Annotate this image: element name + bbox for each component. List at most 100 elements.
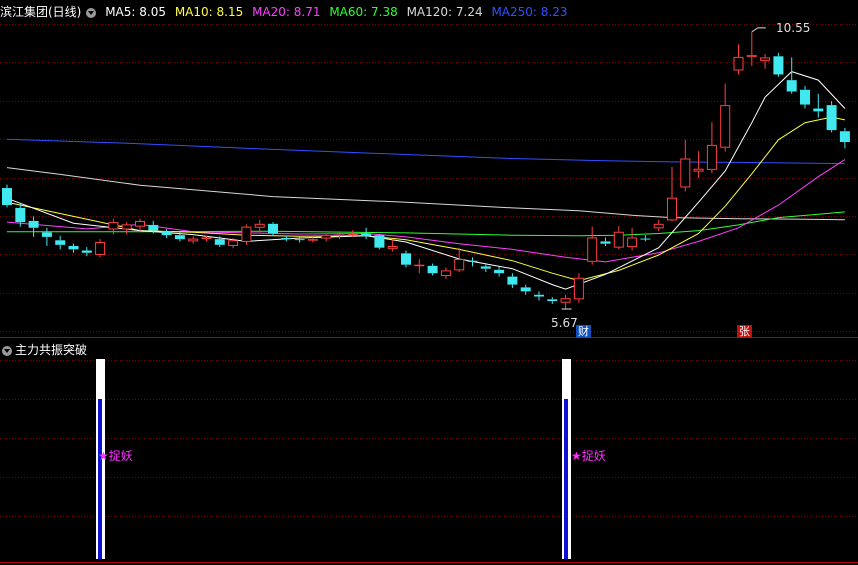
candle-body (467, 260, 478, 262)
candle-body (214, 239, 225, 245)
candle-body (573, 277, 584, 300)
candle-body (534, 294, 544, 297)
dropdown-icon[interactable] (86, 7, 97, 18)
candle-body (760, 57, 771, 61)
finance-badge[interactable]: 财 (576, 325, 591, 338)
low-price-label: 5.67 (551, 316, 578, 330)
candle (28, 216, 39, 237)
candle-body (440, 270, 451, 277)
ma20-line (6, 159, 846, 263)
candle-body (95, 241, 106, 256)
candle (760, 54, 771, 69)
candle-body (600, 241, 611, 244)
candle (121, 222, 132, 235)
candle (374, 234, 385, 250)
moving-average-lines (6, 71, 846, 290)
candle-body (640, 238, 651, 240)
candle (706, 122, 717, 174)
candle-body (693, 168, 704, 172)
candle (720, 83, 731, 152)
collapse-icon[interactable] (2, 345, 12, 356)
candle (587, 226, 598, 265)
candle (773, 52, 784, 77)
candle-body (653, 223, 664, 229)
candle-body (241, 226, 252, 242)
candle-body (547, 299, 558, 302)
candle-body (560, 298, 571, 303)
candle-body (414, 264, 425, 267)
sub-panel-header: 主力共振突破 (0, 341, 87, 357)
candle (401, 250, 411, 268)
candle (188, 236, 199, 244)
candle-body (667, 197, 677, 221)
candle-body (41, 232, 52, 237)
candle (254, 219, 265, 233)
candle (746, 31, 757, 66)
candle-body (480, 266, 491, 269)
candle-body (28, 220, 39, 228)
signal-bar-blue (98, 399, 102, 559)
candle-body (706, 144, 717, 170)
signal-bar-blue (564, 399, 568, 559)
limit-up-badge[interactable]: 张 (737, 325, 752, 338)
high-price-label: 10.55 (776, 21, 811, 35)
ma120-label: MA120: 7.24 (406, 5, 483, 19)
candle (414, 259, 425, 274)
candle (161, 228, 172, 239)
candle-body (613, 231, 624, 248)
high-marker-arrow (751, 27, 766, 33)
candle-body (627, 237, 638, 248)
candle (2, 184, 12, 208)
candle-body (427, 265, 438, 274)
candle-body (361, 233, 372, 237)
candle-body (347, 233, 358, 235)
candle-body (15, 207, 26, 223)
ma250-label: MA250: 8.23 (491, 5, 568, 19)
candle-body (121, 224, 132, 230)
ma5-line (6, 71, 846, 290)
candle-body (746, 55, 757, 57)
ma20-label: MA20: 8.71 (252, 5, 321, 19)
signal-bars (96, 359, 571, 559)
candle (560, 294, 571, 309)
candle-body (587, 237, 598, 262)
candle (667, 167, 677, 222)
candle-body (2, 188, 12, 206)
candle-body (334, 234, 345, 237)
candle (135, 218, 145, 232)
candle-body (55, 240, 66, 245)
candle (41, 227, 52, 246)
candle (800, 85, 810, 109)
candle-body (201, 237, 212, 239)
signal-label-1: ★捉妖 (98, 449, 133, 463)
candle (427, 263, 438, 276)
candle (573, 273, 584, 303)
candle-body (68, 245, 79, 250)
candle (467, 257, 478, 267)
candle (839, 127, 850, 149)
kline-chart (0, 24, 858, 563)
candle-body (520, 287, 531, 292)
candle-body (733, 56, 744, 71)
candle-body (800, 89, 810, 105)
candle (627, 227, 638, 251)
signal-label-2: ★捉妖 (571, 449, 606, 463)
stock-title[interactable]: 滨江集团(日线) (0, 5, 81, 19)
candle (68, 243, 79, 253)
candle-body (813, 108, 824, 112)
candle (241, 224, 252, 245)
candle (813, 93, 824, 118)
candle-body (786, 80, 797, 92)
candle-body (494, 269, 505, 274)
candle-body (135, 220, 145, 227)
candle (494, 266, 505, 277)
candle-body (773, 56, 784, 75)
candle-body (268, 223, 278, 234)
ma10-label: MA10: 8.15 (174, 5, 244, 19)
candle-body (81, 250, 92, 253)
candle-body (307, 239, 318, 241)
main-panel-header: 滨江集团(日线) MA5: 8.05 MA10: 8.15 MA20: 8.71… (0, 3, 572, 19)
candle-body (680, 158, 691, 188)
candle (454, 247, 465, 273)
sub-panel-title[interactable]: 主力共振突破 (15, 343, 87, 357)
